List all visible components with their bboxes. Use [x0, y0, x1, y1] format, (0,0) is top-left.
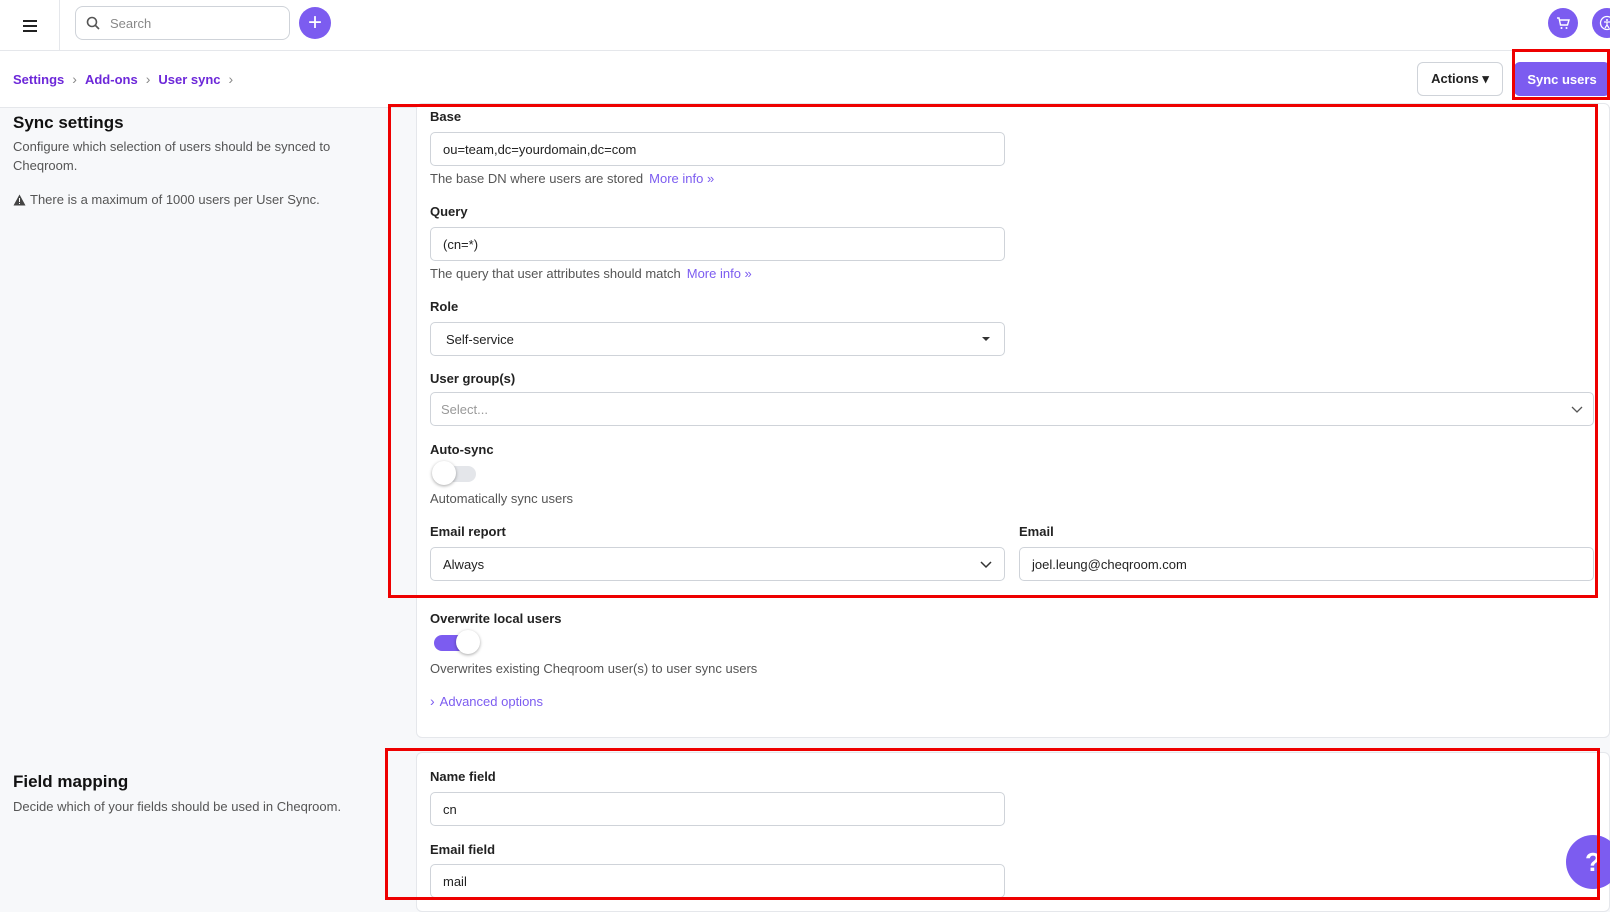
- actions-button[interactable]: Actions ▾: [1417, 62, 1503, 96]
- name-field-input[interactable]: cn: [430, 792, 1005, 826]
- auto-sync-help: Automatically sync users: [430, 491, 573, 506]
- menu-icon[interactable]: [0, 0, 60, 51]
- base-help-text: The base DN where users are stored: [430, 171, 643, 186]
- email-label: Email: [1019, 524, 1054, 539]
- advanced-options-label: Advanced options: [440, 694, 543, 709]
- email-field-input[interactable]: mail: [430, 864, 1005, 898]
- role-label: Role: [430, 299, 458, 314]
- role-value: Self-service: [446, 332, 514, 347]
- query-more-info-link[interactable]: More info »: [687, 266, 752, 281]
- email-report-value: Always: [443, 557, 484, 572]
- search-placeholder: Search: [110, 16, 151, 31]
- breadcrumb-settings[interactable]: Settings: [13, 72, 64, 87]
- top-bar: Search +: [0, 0, 1610, 51]
- caret-down-icon: [982, 337, 990, 341]
- toggle-knob: [456, 630, 480, 654]
- breadcrumb-addons[interactable]: Add-ons: [85, 72, 138, 87]
- chevron-right-icon: ›: [229, 71, 234, 87]
- base-help: The base DN where users are stored More i…: [430, 171, 714, 186]
- query-input[interactable]: (cn=*): [430, 227, 1005, 261]
- chevron-right-icon: ›: [72, 71, 77, 87]
- base-more-info-link[interactable]: More info »: [649, 171, 714, 186]
- add-button[interactable]: +: [299, 7, 331, 39]
- email-report-label: Email report: [430, 524, 506, 539]
- name-field-label: Name field: [430, 769, 496, 784]
- chevron-right-icon: ›: [146, 71, 151, 87]
- accessibility-icon[interactable]: [1592, 8, 1610, 38]
- role-select[interactable]: Self-service: [430, 322, 1005, 356]
- search-icon: [86, 16, 100, 30]
- user-groups-placeholder: Select...: [441, 402, 488, 417]
- field-mapping-description: Decide which of your fields should be us…: [13, 797, 358, 816]
- query-help-text: The query that user attributes should ma…: [430, 266, 681, 281]
- field-mapping-title: Field mapping: [13, 772, 128, 792]
- email-input[interactable]: joel.leung@cheqroom.com: [1019, 547, 1594, 581]
- overwrite-label: Overwrite local users: [430, 611, 562, 626]
- breadcrumb-bar: Settings › Add-ons › User sync › Actions…: [0, 51, 1610, 108]
- sync-settings-title: Sync settings: [13, 113, 124, 133]
- sync-users-button[interactable]: Sync users: [1514, 62, 1610, 96]
- user-groups-select[interactable]: Select...: [430, 392, 1594, 426]
- warning-text: There is a maximum of 1000 users per Use…: [30, 190, 320, 209]
- chevron-right-icon: ›: [430, 693, 435, 709]
- breadcrumb-user-sync[interactable]: User sync: [158, 72, 220, 87]
- user-groups-label: User group(s): [430, 371, 515, 386]
- chevron-down-icon: [1571, 406, 1583, 414]
- email-field-label: Email field: [430, 842, 495, 857]
- auto-sync-toggle[interactable]: [434, 466, 476, 482]
- query-help: The query that user attributes should ma…: [430, 266, 752, 281]
- search-input[interactable]: Search: [75, 6, 290, 40]
- auto-sync-label: Auto-sync: [430, 442, 494, 457]
- toggle-knob: [432, 461, 456, 485]
- warning-icon: [13, 194, 26, 206]
- advanced-options-link[interactable]: › Advanced options: [430, 693, 543, 709]
- sync-limit-warning: There is a maximum of 1000 users per Use…: [13, 190, 358, 209]
- base-input[interactable]: ou=team,dc=yourdomain,dc=com: [430, 132, 1005, 166]
- sync-settings-description: Configure which selection of users shoul…: [13, 137, 358, 175]
- overwrite-toggle[interactable]: [434, 635, 476, 651]
- email-report-select[interactable]: Always: [430, 547, 1005, 581]
- base-label: Base: [430, 109, 461, 124]
- cart-icon[interactable]: [1548, 8, 1578, 38]
- query-label: Query: [430, 204, 468, 219]
- chevron-down-icon: [980, 561, 992, 569]
- breadcrumb: Settings › Add-ons › User sync ›: [13, 71, 241, 87]
- overwrite-help: Overwrites existing Cheqroom user(s) to …: [430, 661, 757, 676]
